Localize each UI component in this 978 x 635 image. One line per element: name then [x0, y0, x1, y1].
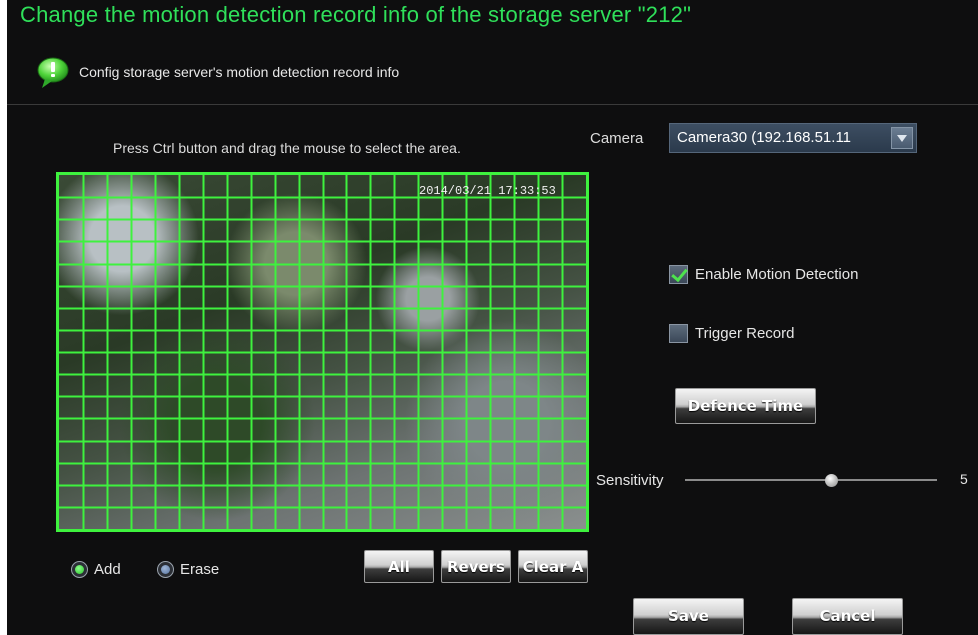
- sensitivity-slider[interactable]: [685, 479, 937, 481]
- enable-motion-detection-label: Enable Motion Detection: [695, 266, 859, 283]
- header-divider: [7, 104, 978, 105]
- clear-all-button[interactable]: Clear A: [518, 550, 588, 583]
- select-all-button[interactable]: All: [364, 550, 434, 583]
- trigger-record-checkbox[interactable]: [669, 324, 688, 343]
- enable-motion-detection-checkbox[interactable]: [669, 265, 688, 284]
- trigger-record-label: Trigger Record: [695, 325, 795, 342]
- motion-detection-dialog: Change the motion detection record info …: [7, 0, 978, 635]
- sensitivity-slider-thumb[interactable]: [825, 474, 839, 487]
- dialog-subtitle: Config storage server's motion detection…: [79, 64, 400, 80]
- defence-time-label: Defence Time: [687, 397, 804, 415]
- camera-label: Camera: [590, 130, 644, 147]
- motion-area-grid[interactable]: 2014/03/21 17:33:53: [56, 172, 589, 532]
- defence-time-button[interactable]: Defence Time: [675, 388, 816, 424]
- sensitivity-label: Sensitivity: [596, 472, 664, 489]
- camera-select[interactable]: Camera30 (192.168.51.11: [669, 123, 917, 153]
- sensitivity-value: 5: [960, 471, 968, 487]
- erase-radio-label: Erase: [180, 561, 220, 578]
- reverse-button[interactable]: Revers: [441, 550, 511, 583]
- camera-select-value: Camera30 (192.168.51.11: [677, 129, 852, 146]
- video-timestamp: 2014/03/21 17:33:53: [419, 184, 556, 198]
- chevron-down-icon[interactable]: [891, 127, 913, 149]
- dialog-title: Change the motion detection record info …: [20, 2, 692, 27]
- cancel-button[interactable]: Cancel: [792, 598, 903, 635]
- save-button[interactable]: Save: [633, 598, 744, 635]
- grid-overlay: [59, 175, 586, 529]
- add-radio-label: Add: [94, 561, 121, 578]
- erase-radio[interactable]: [157, 561, 174, 578]
- cancel-label: Cancel: [819, 607, 876, 625]
- area-instruction: Press Ctrl button and drag the mouse to …: [113, 140, 461, 156]
- add-radio[interactable]: [71, 561, 88, 578]
- clear-all-label: Clear A: [522, 558, 584, 576]
- save-label: Save: [668, 607, 709, 625]
- select-all-label: All: [388, 558, 410, 576]
- info-bubble-icon: [35, 56, 71, 90]
- reverse-label: Revers: [446, 558, 505, 576]
